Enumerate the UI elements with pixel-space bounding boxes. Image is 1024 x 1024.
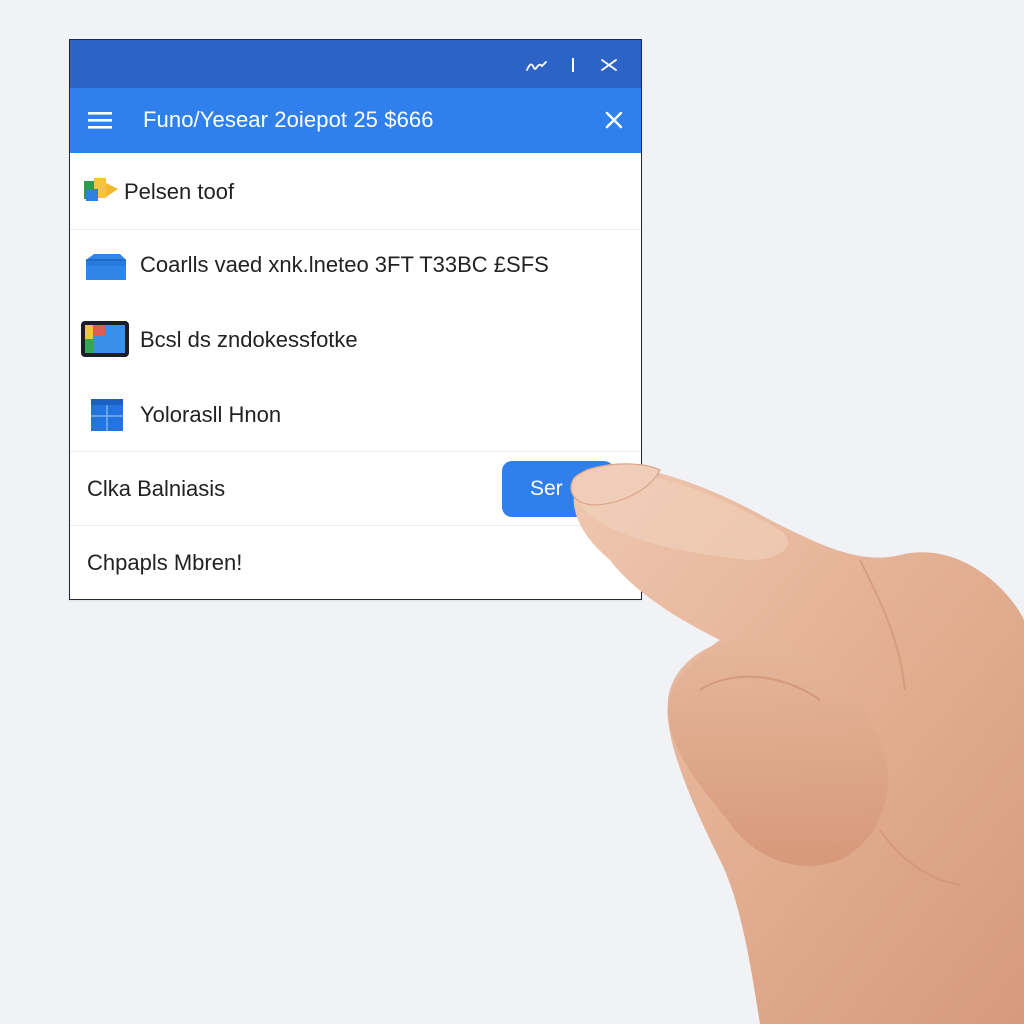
window-titlebar — [70, 40, 641, 88]
window-close-button[interactable] — [591, 54, 627, 76]
list-item[interactable]: Bcsl ds zndokessfotke — [70, 303, 641, 378]
app-close-button[interactable] — [603, 109, 625, 131]
list-item[interactable]: Coarlls vaed xnk.lneteo 3FT T33BC £SFS — [70, 230, 641, 303]
tablet-icon — [79, 317, 131, 361]
close-icon — [605, 111, 623, 129]
list-item-label: Pelsen toof — [124, 179, 235, 204]
item-list: Pelsen toof Coarlls vaed xnk.lneteo 3FT … — [70, 153, 641, 604]
list-item[interactable]: Chpapls Mbren! — [70, 526, 641, 604]
window-controls — [519, 54, 627, 76]
desktop-background: Funo/Yesear 2oiepot 25 $666 Pelsen toof … — [0, 0, 1024, 1024]
minimize-icon — [526, 61, 547, 71]
app-window: Funo/Yesear 2oiepot 25 $666 Pelsen toof … — [69, 39, 642, 600]
list-item-label: Bcsl ds zndokessfotke — [140, 327, 358, 352]
list-item[interactable]: Pelsen toof — [70, 153, 641, 230]
app-bar: Funo/Yesear 2oiepot 25 $666 — [70, 88, 641, 153]
folder-icon — [82, 175, 122, 205]
close-icon — [601, 59, 617, 71]
window-icon — [88, 396, 126, 434]
list-item-label: Chpapls Mbren! — [87, 550, 243, 575]
hamburger-menu-icon — [88, 112, 112, 129]
minimize-button[interactable] — [519, 54, 555, 76]
list-item-label: Coarlls vaed xnk.lneteo 3FT T33BC £SFS — [140, 252, 549, 277]
action-row: Clka Balniasis Ser — [70, 452, 641, 526]
cloud-icon — [82, 248, 128, 286]
maximize-icon — [572, 58, 574, 72]
list-item-label: Yolorasll Hnon — [140, 402, 282, 427]
maximize-button[interactable] — [555, 54, 591, 76]
list-item[interactable]: Yolorasll Hnon — [70, 378, 641, 452]
hamburger-menu-button[interactable] — [86, 109, 114, 131]
primary-action-button[interactable]: Ser — [502, 461, 614, 517]
page-title: Funo/Yesear 2oiepot 25 $666 — [143, 107, 434, 132]
action-row-label: Clka Balniasis — [87, 476, 226, 501]
